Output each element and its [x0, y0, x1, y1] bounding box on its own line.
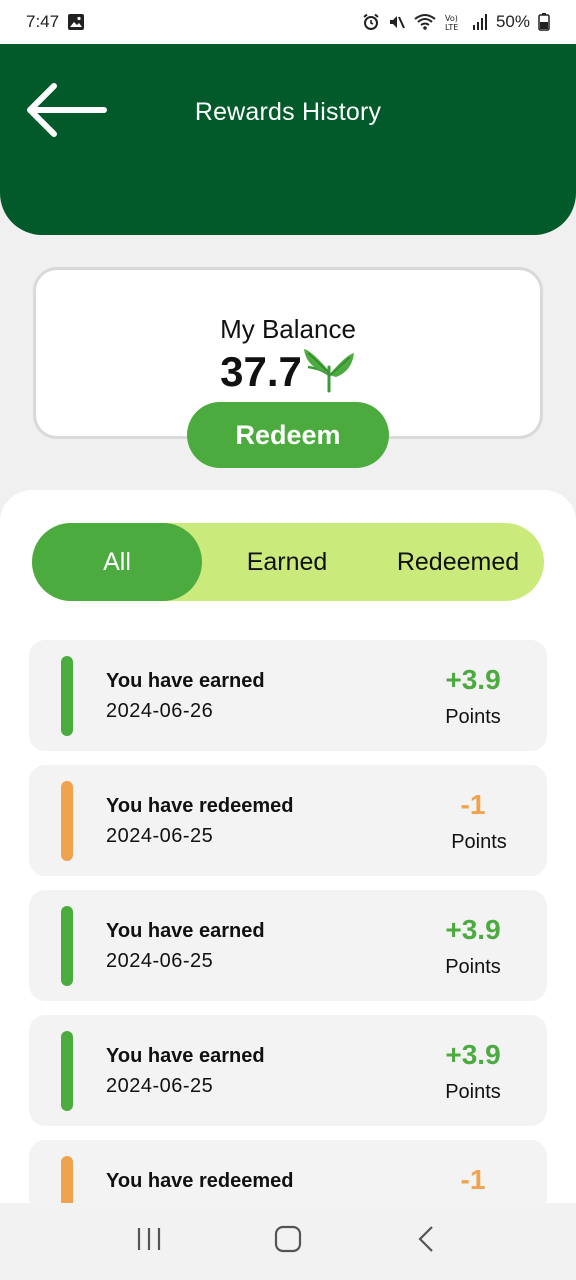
page-title: Rewards History: [194, 98, 382, 126]
svg-text:LTE: LTE: [445, 23, 458, 31]
mute-icon: [388, 13, 406, 31]
volte-icon: Vo) LTE: [444, 13, 464, 31]
item-date: 2024-06-26: [106, 700, 214, 722]
home-button[interactable]: [258, 1212, 318, 1272]
status-time: 7:47: [26, 12, 60, 31]
earned-indicator: [61, 1031, 73, 1111]
item-amount: +3.9: [445, 664, 501, 695]
gallery-icon: [67, 13, 85, 31]
item-unit: Points: [445, 956, 501, 978]
redeemed-indicator: [61, 781, 73, 861]
tab-earned[interactable]: Earned: [202, 523, 372, 601]
status-right: Vo) LTE 50%: [362, 12, 550, 32]
recent-apps-icon: [134, 1224, 164, 1259]
item-unit: Points: [445, 706, 501, 728]
system-nav-bar: [0, 1203, 576, 1280]
item-title: You have earned: [106, 1045, 265, 1067]
wifi-icon: [414, 13, 436, 31]
item-amount: -1: [460, 1164, 486, 1195]
status-bar: 7:47 Vo) LTE 50%: [0, 0, 576, 44]
sprout-icon: [302, 345, 356, 393]
back-icon: [412, 1224, 442, 1259]
item-unit: Points: [451, 831, 507, 853]
item-title: You have earned: [106, 670, 265, 692]
alarm-icon: [362, 13, 380, 31]
item-amount: +3.9: [445, 914, 501, 945]
history-list: You have earned 2024-06-26 +3.9 Points Y…: [29, 640, 547, 1265]
item-amount: -1: [460, 789, 486, 820]
history-item[interactable]: You have earned 2024-06-25 +3.9 Points: [29, 1015, 547, 1126]
battery-text: 50%: [495, 12, 530, 31]
signal-icon: [472, 13, 488, 31]
item-title: You have redeemed: [106, 1170, 294, 1192]
item-amount: +3.9: [445, 1039, 501, 1070]
earned-indicator: [61, 906, 73, 986]
tab-all[interactable]: All: [32, 523, 202, 601]
item-date: 2024-06-25: [106, 825, 214, 847]
item-title: You have earned: [106, 920, 265, 942]
nav-back-button[interactable]: [397, 1212, 457, 1272]
history-item[interactable]: You have earned 2024-06-26 +3.9 Points: [29, 640, 547, 751]
balance-row: 37.7: [36, 348, 540, 396]
svg-text:Vo): Vo): [445, 14, 458, 23]
tab-redeemed[interactable]: Redeemed: [372, 523, 544, 601]
balance-value: 37.7: [220, 348, 302, 395]
balance-label: My Balance: [220, 314, 356, 344]
recent-apps-button[interactable]: [119, 1212, 179, 1272]
battery-icon: [538, 13, 550, 31]
redeem-button[interactable]: Redeem: [187, 402, 389, 468]
item-date: 2024-06-25: [106, 1075, 214, 1097]
status-left: 7:47: [26, 12, 85, 32]
earned-indicator: [61, 656, 73, 736]
history-item[interactable]: You have redeemed 2024-06-25 -1 Points: [29, 765, 547, 876]
filter-tabs: All Earned Redeemed: [32, 523, 544, 601]
item-title: You have redeemed: [106, 795, 294, 817]
home-icon: [273, 1224, 303, 1259]
item-unit: Points: [445, 1081, 501, 1103]
item-date: 2024-06-25: [106, 950, 214, 972]
history-item[interactable]: You have earned 2024-06-25 +3.9 Points: [29, 890, 547, 1001]
